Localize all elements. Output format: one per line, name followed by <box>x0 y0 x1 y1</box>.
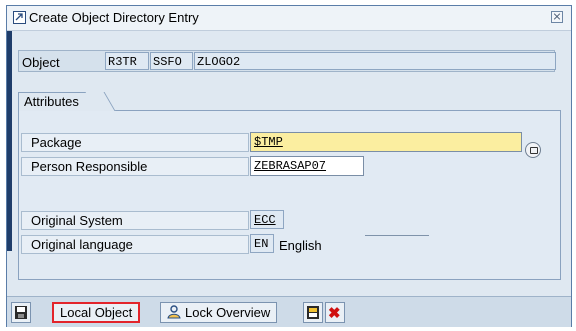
title-bar: Create Object Directory Entry <box>7 6 571 31</box>
dialog-toolbar: Local Object Lock Overview ✖ <box>7 296 571 327</box>
divider <box>365 235 429 236</box>
dialog-title-icon <box>13 11 26 24</box>
original-system-field: ECC <box>250 210 284 229</box>
object-type-field: SSFO <box>150 52 193 70</box>
object-pgmid-field: R3TR <box>105 52 149 70</box>
person-responsible-input[interactable]: ZEBRASAP07 <box>250 156 364 176</box>
original-language-label: Original language <box>21 235 249 254</box>
display-button[interactable] <box>303 302 323 323</box>
person-responsible-label: Person Responsible <box>21 157 249 176</box>
object-label: Object <box>22 55 60 70</box>
save-button[interactable] <box>11 302 31 323</box>
close-icon[interactable] <box>551 11 563 23</box>
value-help-icon[interactable] <box>525 142 541 158</box>
package-input[interactable]: $TMP <box>250 132 522 152</box>
dialog-title: Create Object Directory Entry <box>29 10 199 25</box>
lock-icon <box>167 305 181 319</box>
lock-overview-button[interactable]: Lock Overview <box>160 302 278 323</box>
package-label: Package <box>21 133 249 152</box>
original-system-label: Original System <box>21 211 249 230</box>
attributes-group-tab: Attributes <box>18 92 102 111</box>
attributes-group: Attributes Package $TMP Person Responsib… <box>18 92 561 280</box>
lock-overview-label: Lock Overview <box>185 305 271 320</box>
save-icon <box>15 306 27 319</box>
object-name-field: ZLOGO2 <box>194 52 556 70</box>
cancel-button[interactable]: ✖ <box>325 302 345 323</box>
original-language-text: English <box>279 238 322 253</box>
cancel-icon: ✖ <box>328 305 341 322</box>
object-row: Object R3TR SSFO ZLOGO2 <box>18 50 556 72</box>
display-icon <box>307 306 319 319</box>
local-object-button[interactable]: Local Object <box>52 302 141 323</box>
original-language-code: EN <box>250 234 274 253</box>
create-object-dialog: Create Object Directory Entry Object R3T… <box>6 5 572 327</box>
sidebar-strip <box>7 31 12 251</box>
